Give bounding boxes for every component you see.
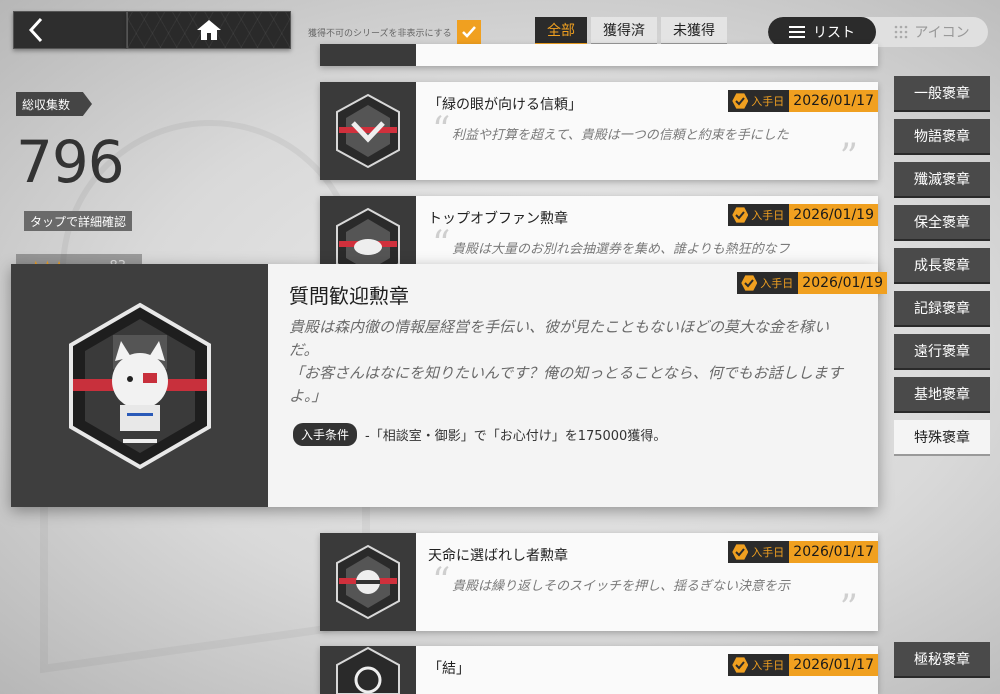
medal-quote: 貴殿は大量のお別れ会抽選券を集め、誰よりも熱狂的なフ [452,242,790,257]
date-label: 入手日 [751,546,785,559]
medal-quote: 利益や打算を超えて、貴殿は一つの信頼と約束を手にした [452,128,789,143]
tab-obtained[interactable]: 獲得済 [591,17,657,45]
hide-unobtainable-checkbox[interactable] [457,20,481,44]
check-icon [732,657,749,673]
date-value: 2026/01/17 [789,90,878,112]
icon-view-label: アイコン [914,25,970,41]
category-tab-annihilation[interactable]: 殲滅褒章 [894,162,990,198]
quote-close-icon: ” [839,588,858,629]
check-icon [741,275,758,291]
date-label: 入手日 [751,95,785,108]
medal-icon [336,544,400,620]
total-collection-label: 総収集数 [16,92,92,116]
medal-title: 「結」 [428,661,470,677]
medal-thumbnail [320,533,416,631]
total-collection-value: 796 [16,128,125,196]
home-button[interactable] [127,11,291,49]
list-item[interactable]: 「結」 入手日 2026/01/17 [320,646,878,694]
medal-thumbnail [320,646,416,694]
category-tab-expedition[interactable]: 遠行褒章 [894,334,990,370]
category-tab-record[interactable]: 記録褒章 [894,291,990,327]
tab-all[interactable]: 全部 [535,17,587,45]
list-item[interactable]: 「緑の眼が向ける信頼」 入手日 2026/01/17 “ 利益や打算を超えて、貴… [320,82,878,180]
date-value: 2026/01/19 [798,272,887,294]
date-badge: 入手日 2026/01/17 [728,90,878,112]
check-icon [732,544,749,560]
quote-open-icon: “ [432,561,451,602]
view-toggle: リスト アイコン [768,17,988,47]
condition-label: 入手条件 [293,423,358,446]
date-value: 2026/01/17 [789,654,878,676]
quote-open-icon: “ [432,110,451,151]
check-icon [732,207,749,223]
grid-icon [895,25,908,39]
list-item[interactable]: 天命に選ばれし者勲章 入手日 2026/01/17 “ 貴殿は繰り返しそのスイッ… [320,533,878,631]
medal-title: 「緑の眼が向ける信頼」 [428,97,582,113]
list-view-button[interactable]: リスト [768,17,876,47]
category-tab-growth[interactable]: 成長褒章 [894,248,990,284]
category-tab-base[interactable]: 基地褒章 [894,377,990,413]
featured-medal-description: 貴殿は森内徹の情報屋経営を手伝い、彼が見たこともないほどの莫大な金を稼いだ。 「… [289,318,843,405]
back-button[interactable] [13,11,127,49]
date-value: 2026/01/19 [789,204,878,226]
list-item[interactable] [320,44,878,66]
check-icon [462,26,476,38]
category-tab-secret[interactable]: 極秘褒章 [894,642,990,678]
medal-icon [336,93,400,169]
check-icon [732,93,749,109]
quote-open-icon: “ [432,224,451,265]
date-label: 入手日 [751,659,785,672]
tab-unobtained[interactable]: 未獲得 [661,17,727,45]
condition-text: -「相談室・御影」で「お心付け」を175000獲得。 [365,429,667,444]
acquisition-condition: 入手条件 -「相談室・御影」で「お心付け」を175000獲得。 [293,423,666,446]
date-value: 2026/01/17 [789,541,878,563]
detail-button[interactable]: タップで詳細確認 [24,211,133,231]
category-tab-special[interactable]: 特殊褒章 [894,420,990,456]
cat-medal-icon [68,302,211,469]
quote-close-icon: ” [839,137,858,178]
date-badge: 入手日 2026/01/17 [728,654,878,676]
medal-icon [336,646,400,694]
date-badge: 入手日 2026/01/19 [737,272,887,294]
featured-medal-panel[interactable]: 質問歓迎勲章 入手日 2026/01/19 貴殿は森内徹の情報屋経営を手伝い、彼… [11,264,887,507]
list-icon [789,26,805,38]
date-badge: 入手日 2026/01/17 [728,541,878,563]
featured-medal-image [11,264,268,507]
featured-medal-title: 質問歓迎勲章 [289,284,409,308]
hide-unobtainable-label: 獲得不可のシリーズを非表示にする [308,29,452,39]
date-label: 入手日 [760,277,794,290]
home-icon [197,20,221,40]
date-badge: 入手日 2026/01/19 [728,204,878,226]
medal-thumbnail [320,82,416,180]
icon-view-button[interactable]: アイコン [876,17,988,47]
medal-thumbnail [320,44,416,66]
category-tab-general[interactable]: 一般褒章 [894,76,990,112]
list-view-label: リスト [813,25,855,41]
category-tab-preservation[interactable]: 保全褒章 [894,205,990,241]
category-tab-story[interactable]: 物語褒章 [894,119,990,155]
filter-tabs: 全部 獲得済 未獲得 [535,17,727,45]
medal-quote: 貴殿は繰り返しそのスイッチを押し、揺るぎない決意を示 [452,579,791,594]
date-label: 入手日 [751,209,785,222]
back-arrow-icon [28,17,43,43]
